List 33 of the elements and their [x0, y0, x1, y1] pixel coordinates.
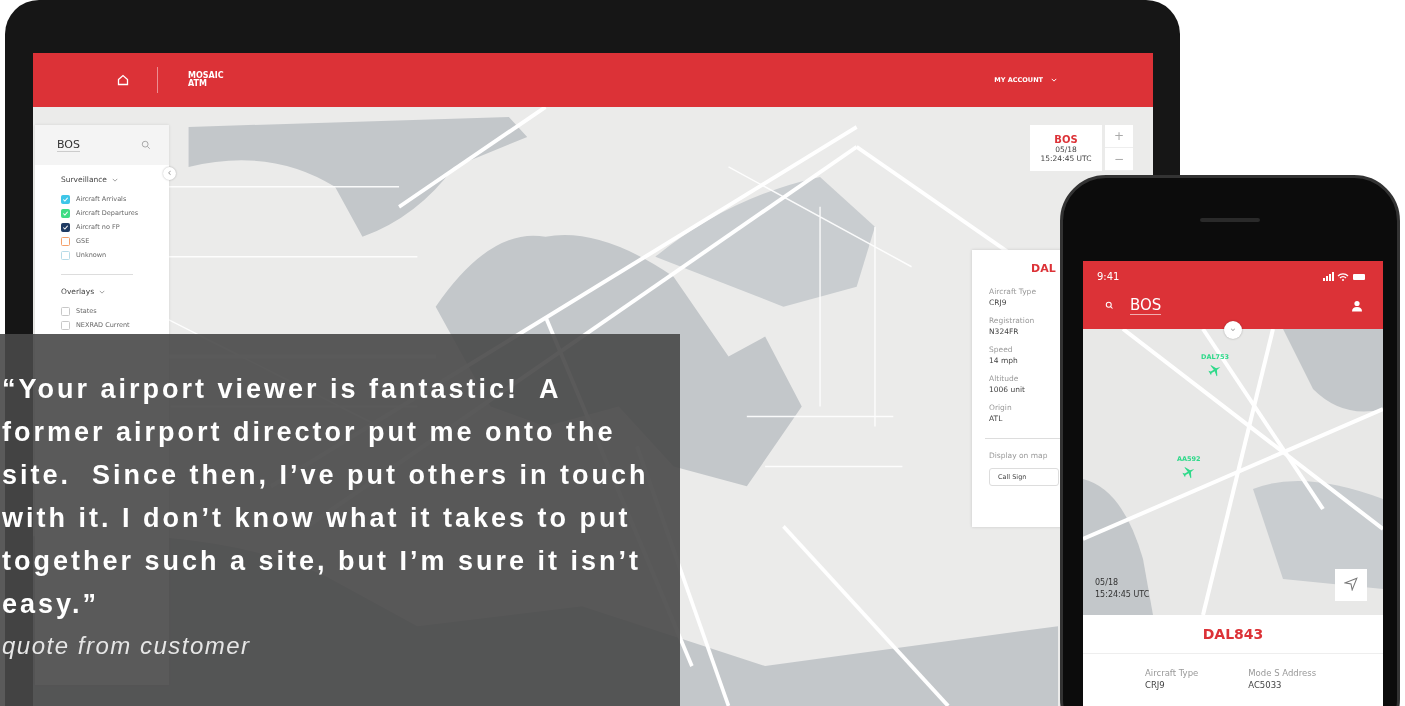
field-label: Aircraft Type [1145, 668, 1199, 678]
checkbox[interactable] [61, 236, 70, 246]
date-text: 05/18 [1095, 577, 1120, 589]
flight-callsign: DAL [1031, 262, 1057, 275]
caret-icon [1051, 78, 1057, 82]
status-icons [1323, 271, 1367, 282]
quote-text: “Your airport viewer is fantastic! A former airport director put me onto the site. Since then, I’ve put others in touch with it. I don’t know what it takes to put together such a site, but I’m sure it isn’t easy.” [2, 373, 650, 621]
navigation-arrow-icon [1344, 577, 1358, 591]
airport-search-field[interactable]: BOS [57, 138, 80, 152]
time-text: 15:24:45 UTC [1095, 589, 1150, 601]
field-value: CRJ9 [1145, 680, 1166, 690]
quote-attribution: quote from customer [2, 631, 252, 661]
zoom-button[interactable]: + [1105, 125, 1133, 148]
checkbox[interactable] [61, 222, 70, 232]
checkbox[interactable] [61, 208, 70, 218]
field-value: AC5033 [1248, 680, 1283, 690]
caret-icon [99, 289, 106, 294]
airplane-icon[interactable] [1181, 465, 1196, 479]
zoom-button[interactable]: − [1105, 148, 1133, 171]
location-button[interactable] [1335, 569, 1367, 601]
caret-icon [112, 177, 118, 182]
search-icon[interactable] [141, 140, 151, 150]
user-icon[interactable] [1351, 299, 1363, 312]
flight-callsign: DAL843 [1083, 615, 1383, 654]
airport-code: BOS [1054, 133, 1078, 145]
search-icon[interactable] [1105, 301, 1114, 310]
field-label: Mode S Address [1248, 668, 1317, 678]
airport-search-field[interactable]: BOS [1130, 296, 1162, 315]
checkbox[interactable] [61, 194, 70, 204]
home-icon[interactable] [117, 74, 129, 86]
clock-text: 9:41 [1097, 271, 1120, 282]
airplane-icon[interactable] [1208, 363, 1223, 377]
logo: MOSAIC ATM [188, 72, 224, 88]
